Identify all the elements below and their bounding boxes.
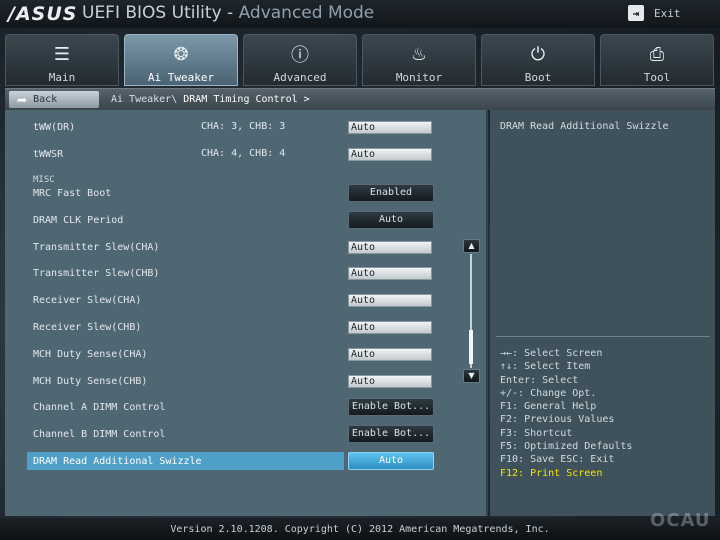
exit-door-icon: ⇥ (628, 5, 644, 21)
setting-label: tWWSR (33, 148, 64, 160)
twwsr-value-field[interactable]: Auto (348, 148, 432, 161)
setting-row-rx-slew-cha[interactable]: Receiver Slew(CHA) (22, 291, 344, 309)
version-copyright: Version 2.10.1208. Copyright (C) 2012 Am… (170, 524, 550, 535)
setting-row-mch-duty-cha[interactable]: MCH Duty Sense(CHA) (22, 345, 344, 363)
key-legend: →←: Select Screen ↑↓: Select Item Enter:… (500, 347, 710, 480)
help-divider (496, 336, 710, 337)
setting-label: Receiver Slew(CHA) (33, 294, 142, 306)
tab-label: Monitor (395, 71, 443, 84)
thermometer-icon: ♨ (410, 43, 428, 65)
setting-label: DRAM Read Additional Swizzle (33, 455, 202, 467)
app-title: UEFI BIOS Utility - Advanced Mode (82, 3, 374, 23)
tweaker-icon: ❂ (173, 43, 189, 65)
setting-row-twr[interactable]: tWW(DR) (22, 118, 344, 136)
ch-b-dimm-button[interactable]: Enable Bot... (348, 425, 434, 443)
key-f5: F5: Optimized Defaults (500, 441, 633, 453)
setting-row-tx-slew-chb[interactable]: Transmitter Slew(CHB) (22, 264, 344, 282)
setting-label: MCH Duty Sense(CHB) (33, 375, 148, 387)
scroll-up-button[interactable]: ▲ (463, 239, 480, 253)
tab-advanced[interactable]: ⓘ Advanced (243, 34, 357, 86)
setting-row-rx-slew-chb[interactable]: Receiver Slew(CHB) (22, 318, 344, 336)
help-description: DRAM Read Additional Swizzle (500, 121, 669, 132)
setting-label: MCH Duty Sense(CHA) (33, 348, 148, 360)
key-enter: Enter: Select (500, 374, 579, 386)
setting-row-dram-clk-period[interactable]: DRAM CLK Period (22, 211, 344, 229)
setting-label: Channel B DIMM Control (33, 428, 166, 440)
printer-icon: ⎙ (649, 43, 665, 65)
key-f12: F12: Print Screen (500, 467, 603, 479)
setting-row-dram-read-swizzle[interactable]: DRAM Read Additional Swizzle (27, 452, 344, 470)
title-bar: /ASUS UEFI BIOS Utility - Advanced Mode … (0, 0, 720, 28)
asus-logo: /ASUS (8, 3, 78, 25)
mch-duty-cha-field[interactable]: Auto (348, 348, 432, 361)
back-label: Back (33, 94, 58, 105)
setting-label: Transmitter Slew(CHB) (33, 267, 160, 279)
exit-label: Exit (654, 6, 681, 20)
setting-label: Transmitter Slew(CHA) (33, 241, 160, 253)
power-icon: ⏻ (530, 43, 546, 65)
dram-clk-period-button[interactable]: Auto (348, 211, 434, 229)
setting-row-mch-duty-chb[interactable]: MCH Duty Sense(CHB) (22, 372, 344, 390)
tab-label: Advanced (273, 71, 327, 84)
breadcrumb-current: DRAM Timing Control > (183, 94, 310, 105)
tab-tool[interactable]: ⎙ Tool (600, 34, 714, 86)
app-title-text: UEFI BIOS Utility - (82, 3, 239, 23)
setting-row-ch-a-dimm[interactable]: Channel A DIMM Control (22, 398, 344, 416)
tab-boot[interactable]: ⏻ Boot (481, 34, 595, 86)
footer: Version 2.10.1208. Copyright (C) 2012 Am… (0, 518, 720, 540)
key-f3: F3: Shortcut (500, 427, 573, 439)
setting-row-ch-b-dimm[interactable]: Channel B DIMM Control (22, 425, 344, 443)
setting-label: DRAM CLK Period (33, 214, 124, 226)
setting-label: Receiver Slew(CHB) (33, 321, 142, 333)
list-icon: ☰ (53, 43, 71, 65)
ch-a-dimm-button[interactable]: Enable Bot... (348, 398, 434, 416)
setting-label: Channel A DIMM Control (33, 401, 166, 413)
tx-slew-cha-field[interactable]: Auto (348, 241, 432, 254)
rx-slew-chb-field[interactable]: Auto (348, 321, 432, 334)
key-change-opt: +/-: Change Opt. (500, 387, 597, 399)
tx-slew-chb-field[interactable]: Auto (348, 267, 432, 280)
scrollbar-thumb[interactable] (469, 330, 473, 364)
help-panel: DRAM Read Additional Swizzle →←: Select … (490, 110, 715, 516)
back-button[interactable]: ➦ Back (9, 91, 99, 108)
tab-bar: ☰ Main ❂ Ai Tweaker ⓘ Advanced ♨ Monitor… (5, 34, 715, 86)
key-f10-esc: F10: Save ESC: Exit (500, 454, 615, 466)
mode-label: Advanced Mode (238, 3, 375, 23)
tab-label: Ai Tweaker (147, 71, 215, 84)
breadcrumb: Ai Tweaker\ DRAM Timing Control > (111, 94, 310, 105)
key-f2: F2: Previous Values (500, 414, 615, 426)
tab-ai-tweaker[interactable]: ❂ Ai Tweaker (124, 34, 238, 86)
tab-label: Main (48, 71, 76, 84)
tab-monitor[interactable]: ♨ Monitor (362, 34, 476, 86)
twr-value-field[interactable]: Auto (348, 121, 432, 134)
key-select-screen: →←: Select Screen (500, 348, 603, 359)
breadcrumb-path[interactable]: Ai Tweaker\ (111, 94, 183, 105)
scroll-down-button[interactable]: ▼ (463, 369, 480, 383)
setting-label: tWW(DR) (33, 121, 76, 133)
tab-main[interactable]: ☰ Main (5, 34, 119, 86)
tab-label: Tool (643, 71, 671, 84)
key-f1: F1: General Help (500, 401, 597, 413)
dram-read-swizzle-button[interactable]: Auto (348, 452, 434, 470)
setting-row-twwsr[interactable]: tWWSR (22, 145, 344, 163)
key-select-item: ↑↓: Select Item (500, 361, 591, 373)
setting-row-tx-slew-cha[interactable]: Transmitter Slew(CHA) (22, 238, 344, 256)
advanced-info-icon: ⓘ (291, 45, 309, 66)
setting-row-mrc-fast-boot[interactable]: MRC Fast Boot (22, 184, 344, 202)
exit-button[interactable]: ⇥ Exit (628, 3, 710, 23)
channel-values: CHA: 4, CHB: 4 (201, 148, 286, 159)
back-arrow-icon: ➦ (17, 92, 28, 107)
breadcrumb-bar: ➦ Back Ai Tweaker\ DRAM Timing Control > (5, 88, 715, 110)
watermark: OCAU (650, 510, 711, 531)
tab-label: Boot (524, 71, 552, 84)
mch-duty-chb-field[interactable]: Auto (348, 375, 432, 388)
setting-label: MRC Fast Boot (33, 187, 112, 199)
channel-values: CHA: 3, CHB: 3 (201, 121, 286, 132)
rx-slew-cha-field[interactable]: Auto (348, 294, 432, 307)
mrc-fast-boot-button[interactable]: Enabled (348, 184, 434, 202)
